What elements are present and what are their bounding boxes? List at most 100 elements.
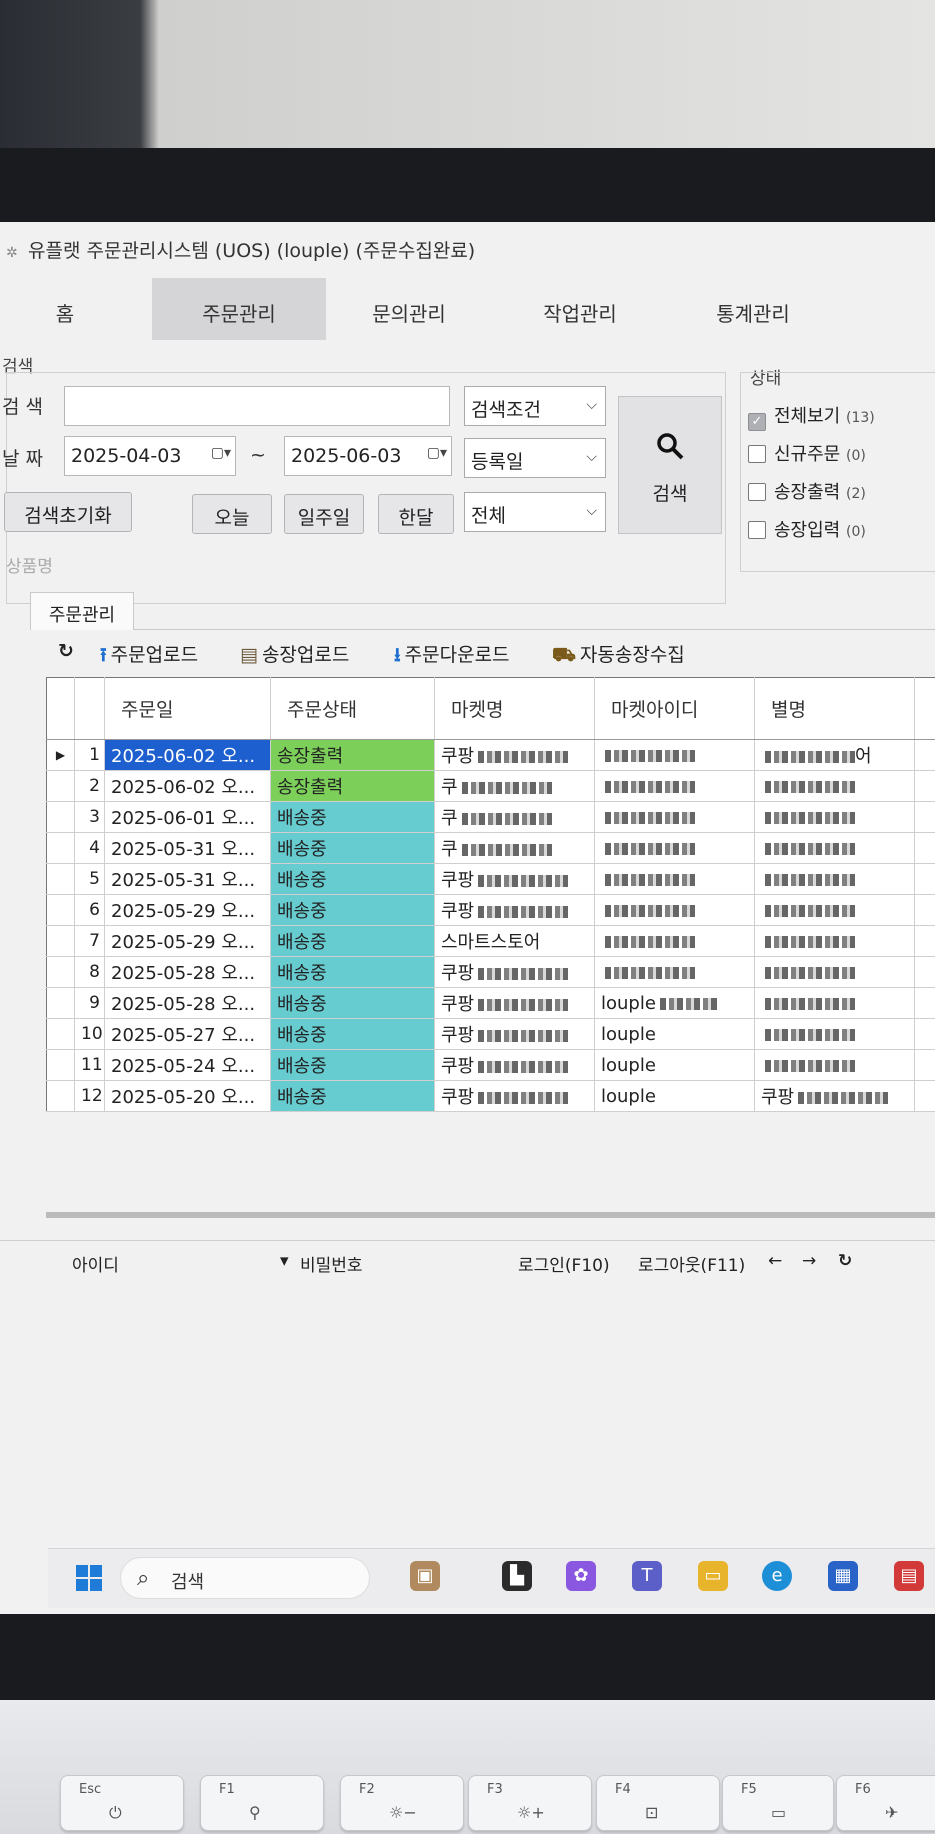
status-all-checkbox[interactable]: ✓ 전체보기 (13)	[748, 402, 875, 431]
table-row[interactable]: 2 2025-06-02 오... 송장출력 쿠	[46, 770, 935, 802]
tab-order-management[interactable]: 주문관리	[152, 278, 326, 340]
cell-extra[interactable]	[914, 925, 935, 957]
row-number[interactable]: 7	[74, 925, 105, 957]
cell-nickname[interactable]: 쿠팡	[754, 1080, 915, 1112]
cell-nickname[interactable]	[754, 925, 915, 957]
row-indicator[interactable]	[46, 863, 75, 895]
cell-extra[interactable]	[914, 894, 935, 926]
cell-extra[interactable]	[914, 1049, 935, 1081]
horizontal-scrollbar[interactable]	[46, 1212, 935, 1218]
cell-extra[interactable]	[914, 956, 935, 988]
cell-market-id[interactable]	[594, 863, 755, 895]
cell-order-date[interactable]: 2025-05-20 오...	[104, 1080, 271, 1112]
calendar-dropdown-icon[interactable]: ▢▾	[211, 445, 231, 461]
cell-order-status[interactable]: 배송중	[270, 863, 435, 895]
search-input[interactable]	[64, 386, 450, 426]
row-number[interactable]: 11	[74, 1049, 105, 1081]
cell-nickname[interactable]	[754, 770, 915, 802]
table-row[interactable]: 10 2025-05-27 오... 배송중 쿠팡 louple	[46, 1018, 935, 1050]
row-number[interactable]: 10	[74, 1018, 105, 1050]
cell-order-status[interactable]: 송장출력	[270, 739, 435, 771]
tab-orders-grid[interactable]: 주문관리	[30, 592, 134, 630]
search-button[interactable]: 검색	[618, 396, 722, 534]
cell-order-status[interactable]: 배송중	[270, 925, 435, 957]
cell-extra[interactable]	[914, 1018, 935, 1050]
date-to-field[interactable]: 2025-06-03 ▢▾	[284, 436, 452, 476]
cell-market-id[interactable]	[594, 925, 755, 957]
copilot-icon[interactable]: ✿	[566, 1561, 596, 1591]
cell-market-id[interactable]	[594, 770, 755, 802]
cell-nickname[interactable]	[754, 801, 915, 833]
cell-order-date[interactable]: 2025-06-02 오...	[104, 739, 271, 771]
cell-nickname[interactable]	[754, 1049, 915, 1081]
status-entered-checkbox[interactable]: 송장입력 (0)	[748, 516, 866, 542]
cell-order-date[interactable]: 2025-05-28 오...	[104, 956, 271, 988]
row-number[interactable]: 9	[74, 987, 105, 1019]
cell-market-name[interactable]: 쿠	[434, 832, 595, 864]
date-from-field[interactable]: 2025-04-03 ▢▾	[64, 436, 236, 476]
cell-extra[interactable]	[914, 987, 935, 1019]
header-market-name[interactable]: 마켓명	[434, 677, 595, 740]
cell-market-name[interactable]: 쿠팡	[434, 987, 595, 1019]
table-row[interactable]: 8 2025-05-28 오... 배송중 쿠팡	[46, 956, 935, 988]
header-market-id[interactable]: 마켓아이디	[594, 677, 755, 740]
cell-market-name[interactable]: 쿠팡	[434, 739, 595, 771]
cell-order-date[interactable]: 2025-06-02 오...	[104, 770, 271, 802]
cell-order-date[interactable]: 2025-05-29 오...	[104, 925, 271, 957]
date-type-select[interactable]: 등록일 ⌵	[464, 438, 606, 478]
table-row[interactable]: 9 2025-05-28 오... 배송중 쿠팡 louple	[46, 987, 935, 1019]
tab-home[interactable]: 홈	[0, 278, 130, 340]
cell-market-name[interactable]: 쿠	[434, 770, 595, 802]
cell-order-status[interactable]: 송장출력	[270, 770, 435, 802]
row-indicator[interactable]	[46, 956, 75, 988]
id-field[interactable]: 아이디	[72, 1251, 119, 1276]
row-indicator[interactable]	[46, 1049, 75, 1081]
search-condition-select[interactable]: 검색조건 ⌵	[464, 386, 606, 426]
row-number[interactable]: 4	[74, 832, 105, 864]
download-orders-button[interactable]: ⭳ 주문다운로드	[394, 640, 510, 673]
header-nickname[interactable]: 별명	[754, 677, 915, 740]
header-order-status[interactable]: 주문상태	[270, 677, 435, 740]
cell-nickname[interactable]	[754, 987, 915, 1019]
row-number[interactable]: 5	[74, 863, 105, 895]
box-app-icon[interactable]: ▣	[410, 1561, 440, 1591]
cell-order-date[interactable]: 2025-05-28 오...	[104, 987, 271, 1019]
forward-icon[interactable]: →	[802, 1251, 816, 1271]
current-row-arrow-icon[interactable]: ▶	[46, 739, 75, 771]
cell-market-id[interactable]: louple	[594, 1018, 755, 1050]
cell-nickname[interactable]	[754, 832, 915, 864]
cell-market-name[interactable]: 쿠팡	[434, 956, 595, 988]
today-button[interactable]: 오늘	[192, 494, 272, 534]
row-number[interactable]: 8	[74, 956, 105, 988]
row-indicator[interactable]	[46, 987, 75, 1019]
upload-orders-button[interactable]: ⭱ 주문업로드	[100, 640, 198, 673]
cell-market-id[interactable]	[594, 739, 755, 771]
cell-order-date[interactable]: 2025-05-29 오...	[104, 894, 271, 926]
login-button[interactable]: 로그인(F10)	[518, 1251, 610, 1276]
week-button[interactable]: 일주일	[284, 494, 364, 534]
cell-extra[interactable]	[914, 770, 935, 802]
row-indicator[interactable]	[46, 1080, 75, 1112]
tab-statistics-management[interactable]: 통계관리	[668, 278, 838, 340]
row-indicator[interactable]	[46, 925, 75, 957]
cell-extra[interactable]	[914, 739, 935, 771]
month-button[interactable]: 한달	[378, 494, 454, 534]
cell-order-status[interactable]: 배송중	[270, 801, 435, 833]
edge-browser-icon[interactable]: e	[762, 1561, 792, 1591]
cell-order-date[interactable]: 2025-05-27 오...	[104, 1018, 271, 1050]
cell-market-id[interactable]: louple	[594, 1080, 755, 1112]
status-printed-checkbox[interactable]: 송장출력 (2)	[748, 478, 866, 504]
cell-extra[interactable]	[914, 863, 935, 895]
table-row[interactable]: 12 2025-05-20 오... 배송중 쿠팡 louple 쿠팡	[46, 1080, 935, 1112]
cell-order-date[interactable]: 2025-05-31 오...	[104, 832, 271, 864]
row-number[interactable]: 3	[74, 801, 105, 833]
table-row[interactable]: 6 2025-05-29 오... 배송중 쿠팡	[46, 894, 935, 926]
table-row[interactable]: 3 2025-06-01 오... 배송중 쿠	[46, 801, 935, 833]
cell-order-date[interactable]: 2025-06-01 오...	[104, 801, 271, 833]
cell-market-id[interactable]	[594, 894, 755, 926]
cell-nickname[interactable]	[754, 956, 915, 988]
store-icon[interactable]: ▦	[828, 1561, 858, 1591]
row-number[interactable]: 12	[74, 1080, 105, 1112]
cell-order-status[interactable]: 배송중	[270, 987, 435, 1019]
cell-market-id[interactable]: louple	[594, 987, 755, 1019]
